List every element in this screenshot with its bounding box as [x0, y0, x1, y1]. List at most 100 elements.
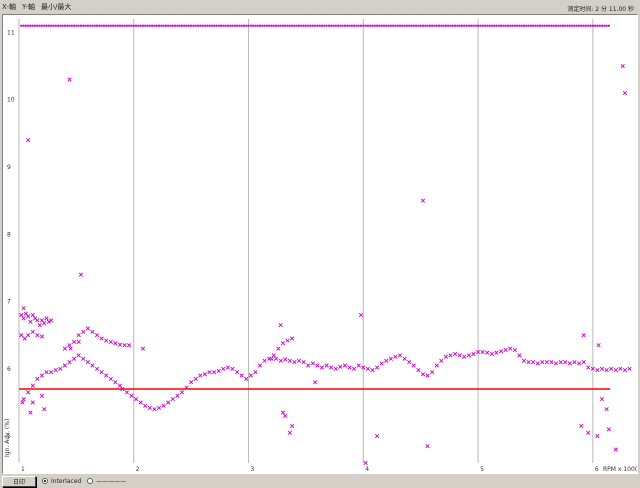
top-band-point	[346, 24, 349, 27]
top-band-point	[300, 24, 303, 27]
data-point-mark	[581, 359, 586, 365]
data-point	[609, 366, 614, 371]
data-point-mark	[269, 356, 274, 361]
top-band-point	[169, 24, 172, 27]
top-band-point	[369, 24, 372, 27]
top-band-point	[493, 24, 496, 27]
data-point	[301, 359, 306, 365]
top-band-point	[22, 24, 25, 27]
top-band-point	[587, 24, 590, 27]
top-band-point	[529, 24, 532, 27]
data-point-mark	[457, 353, 462, 358]
top-band-point	[360, 24, 363, 27]
top-band-point	[73, 24, 76, 27]
top-band-point	[284, 24, 287, 27]
top-band-point	[382, 24, 385, 27]
top-band-point	[259, 24, 262, 27]
top-band-point	[522, 24, 525, 27]
outlier-point	[287, 430, 292, 435]
data-point-mark	[567, 361, 572, 366]
top-band-point	[281, 24, 284, 27]
data-point-mark	[599, 366, 605, 371]
top-band-point	[488, 24, 491, 27]
print-button[interactable]: 日印	[2, 475, 36, 487]
data-point	[586, 365, 591, 370]
top-band-point	[497, 24, 500, 27]
data-point	[388, 356, 393, 361]
y-tick-label: 10	[7, 97, 15, 104]
data-point	[512, 347, 517, 353]
top-band-point	[314, 24, 317, 27]
top-band-point	[125, 24, 128, 27]
top-band-point	[187, 24, 190, 27]
data-point	[207, 370, 212, 375]
top-band-point	[502, 24, 505, 27]
data-point-mark	[133, 396, 139, 402]
top-band-point	[226, 24, 229, 27]
data-point	[239, 373, 244, 378]
data-point-mark	[26, 314, 31, 319]
top-band-point	[447, 24, 450, 27]
top-band-point	[472, 24, 475, 27]
top-band-point	[527, 24, 530, 27]
top-band-point	[417, 24, 420, 27]
top-band-point	[348, 24, 351, 27]
menu-x-axis[interactable]: X-軸	[0, 2, 19, 12]
radio-alt-label: —————	[96, 477, 127, 485]
top-band-point	[293, 24, 296, 27]
top-band-point	[148, 24, 151, 27]
data-point-mark	[124, 390, 129, 395]
top-band-point	[107, 24, 110, 27]
data-point-mark	[53, 368, 58, 373]
top-band-point	[268, 24, 271, 27]
top-band-point	[270, 24, 273, 27]
top-band-point	[467, 24, 470, 27]
data-point	[99, 336, 104, 341]
radio-alt[interactable]: —————	[87, 478, 126, 485]
data-point	[526, 359, 531, 365]
data-point-mark	[143, 403, 148, 408]
data-point	[179, 390, 185, 395]
data-point	[30, 329, 35, 334]
data-point	[108, 376, 113, 382]
outlier-point-mark	[420, 198, 426, 203]
data-point	[517, 353, 522, 358]
top-band-point	[584, 24, 587, 27]
y-tick-label: 8	[7, 231, 11, 238]
data-point	[30, 312, 35, 318]
outlier-point	[283, 413, 288, 419]
top-band-point	[481, 24, 484, 27]
data-point-mark	[207, 370, 212, 375]
scatter-chart: 1 2 3 4 5 6111098765Ign. Adv. (%)RPM x 1000	[4, 19, 637, 473]
data-point	[356, 363, 361, 368]
data-point-mark	[85, 326, 90, 331]
data-point	[604, 368, 609, 373]
outlier-point	[280, 410, 286, 415]
menu-min-max[interactable]: 最小/最大	[38, 2, 74, 12]
top-band-point	[325, 24, 328, 27]
top-band-point	[543, 24, 546, 27]
data-point-mark	[521, 358, 527, 363]
data-point-mark	[44, 370, 49, 375]
outlier-point-mark	[581, 333, 586, 338]
menu-y-axis[interactable]: Y-軸	[19, 2, 38, 12]
outlier-point-mark	[599, 396, 605, 402]
top-band-point	[57, 24, 60, 27]
data-point	[161, 403, 166, 408]
data-point-mark	[329, 365, 334, 370]
outlier-point-mark	[374, 433, 380, 439]
data-point-mark	[618, 366, 623, 371]
radio-interlaced[interactable]: Interlaced	[42, 478, 81, 485]
top-band-point	[130, 24, 133, 27]
top-band-point	[504, 24, 507, 27]
plot-area[interactable]: 1 2 3 4 5 6 11 10 9 8 7 6 5 Ign. Adv. (%) RPM x 1000	[2, 14, 638, 474]
data-point-mark	[117, 342, 123, 347]
top-band-point	[295, 24, 298, 27]
data-point	[248, 373, 253, 378]
data-point-mark	[108, 339, 113, 345]
data-point-mark	[576, 361, 582, 366]
top-band-point	[566, 24, 569, 27]
top-band-point	[185, 24, 188, 27]
data-point-mark	[333, 366, 338, 371]
data-point	[76, 353, 81, 358]
